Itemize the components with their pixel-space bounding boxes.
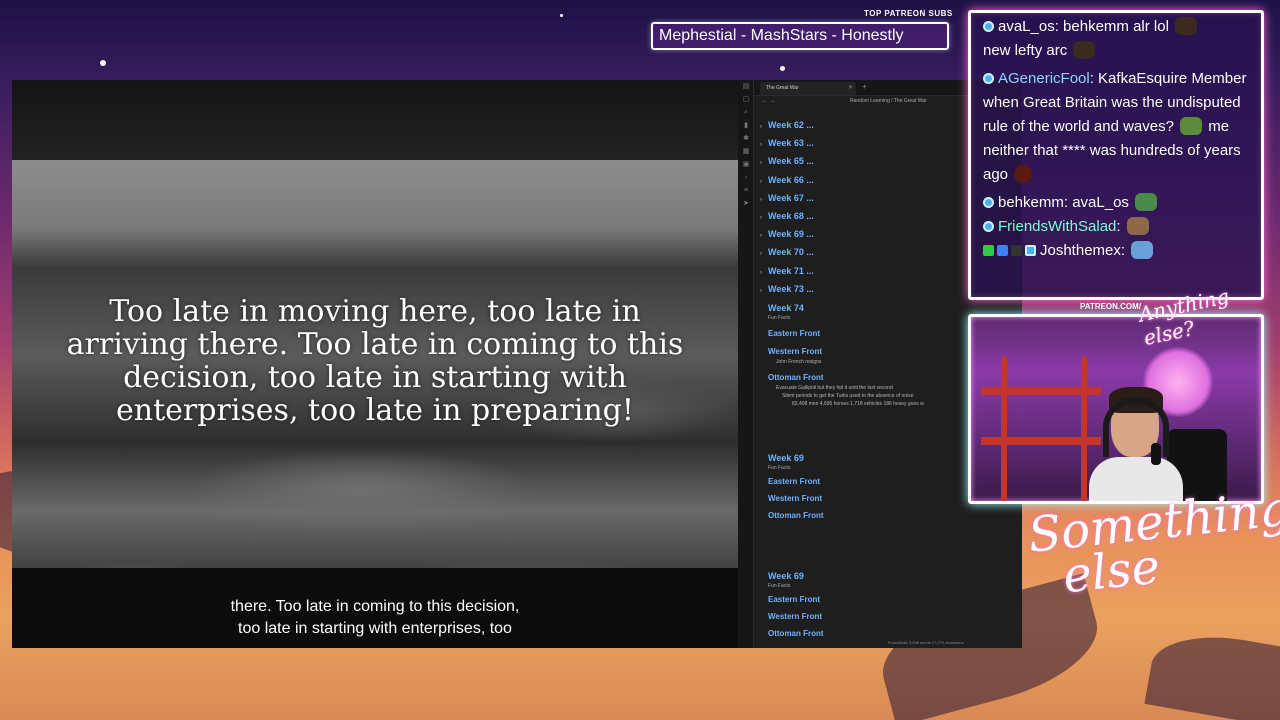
chat-username[interactable]: avaL_os bbox=[998, 18, 1055, 35]
new-tab-icon[interactable]: + bbox=[862, 82, 867, 91]
bookmark-icon[interactable]: ▮ bbox=[738, 120, 754, 132]
chevron-right-icon: › bbox=[760, 233, 762, 240]
canvas-icon[interactable]: ▦ bbox=[738, 146, 754, 158]
webcam-feed bbox=[968, 314, 1264, 504]
streamer bbox=[1089, 387, 1183, 501]
chat-text: new lefty arc bbox=[983, 42, 1068, 59]
chevron-right-icon: › bbox=[760, 196, 762, 203]
video-letterbox-top bbox=[12, 80, 738, 160]
chat-message: behkemm: avaL_os bbox=[983, 191, 1251, 215]
patreon-url-label: PATREON.COM/ bbox=[1080, 302, 1142, 311]
subscriber-badge-icon bbox=[983, 73, 994, 84]
chat-message: FriendsWithSalad: bbox=[983, 215, 1251, 239]
chevron-right-icon: › bbox=[760, 269, 762, 276]
eastern-front-link[interactable]: Eastern Front bbox=[768, 594, 1018, 606]
sidebar-toggle-icon[interactable]: ▤ bbox=[738, 81, 754, 93]
ottoman-front-link[interactable]: Ottoman Front bbox=[768, 628, 1018, 640]
chat-username[interactable]: FriendsWithSalad bbox=[998, 218, 1116, 235]
subscriber-badge-icon bbox=[983, 197, 994, 208]
frog-emote-icon bbox=[1180, 117, 1203, 135]
calendar-icon[interactable]: ▣ bbox=[738, 159, 754, 171]
chat-text: : avaL_os bbox=[1063, 194, 1129, 211]
chat-username[interactable]: behkemm bbox=[998, 194, 1064, 211]
chevron-right-icon: › bbox=[760, 178, 762, 185]
chevron-right-icon: › bbox=[760, 251, 762, 258]
top-patreon-subs-title: TOP PATREON SUBS bbox=[864, 9, 953, 18]
notes-ribbon: ▤ ▢ ⌕ ▮ ✱ ▦ ▣ › ≡ ➤ bbox=[738, 80, 754, 648]
chat-text: : bbox=[1120, 242, 1126, 259]
patreon-subs-ticker: Mephestial - MashStars - Honestly bbox=[651, 22, 949, 50]
back-forward-icon[interactable]: ← → bbox=[762, 98, 776, 104]
terminal-icon[interactable]: › bbox=[738, 172, 754, 184]
chat-message: AGenericFool: KafkaEsquire Member when G… bbox=[983, 67, 1251, 187]
week-69-section-duplicate: Week 69 Fun Facts Eastern Front Western … bbox=[768, 570, 1018, 640]
week-heading[interactable]: Week 69 bbox=[768, 570, 1018, 582]
user-badges bbox=[983, 242, 1040, 259]
video-subtitles: there. Too late in coming to this decisi… bbox=[12, 596, 738, 640]
chevron-right-icon: › bbox=[760, 287, 762, 294]
subtitle-line-2: too late in starting with enterprises, t… bbox=[238, 620, 512, 637]
breadcrumb: Random Learning / The Great War bbox=[850, 98, 927, 104]
face-emote-icon bbox=[1131, 241, 1154, 259]
status-bar: 9 backlinks 3,458 words 17,270 character… bbox=[888, 640, 964, 645]
search-icon[interactable]: ⌕ bbox=[738, 107, 754, 119]
chevron-right-icon: › bbox=[760, 160, 762, 167]
helmet-emote-icon bbox=[1175, 17, 1198, 35]
chat-text: : bbox=[1116, 218, 1121, 235]
something-else-logo: Something else bbox=[1025, 480, 1280, 605]
helmet-emote-icon bbox=[1073, 41, 1096, 59]
robot-badge-icon bbox=[1011, 245, 1022, 256]
k-badge-icon bbox=[983, 245, 994, 256]
chat-message: avaL_os: behkemm alr lol new lefty arc bbox=[983, 15, 1251, 63]
video-quote-text: Too late in moving here, too late in arr… bbox=[66, 294, 684, 428]
template-icon[interactable]: ≡ bbox=[738, 185, 754, 197]
tab-label: The Great War bbox=[766, 85, 799, 91]
stream-chat: avaL_os: behkemm alr lol new lefty arc A… bbox=[968, 10, 1264, 300]
face-emote-icon bbox=[1126, 217, 1149, 235]
chevron-right-icon: › bbox=[760, 214, 762, 221]
orb-emote-icon bbox=[1014, 165, 1033, 183]
ottoman-front-link[interactable]: Ottoman Front bbox=[768, 510, 1018, 522]
tab-the-great-war[interactable]: The Great War ✕ bbox=[760, 82, 856, 95]
publish-icon[interactable]: ➤ bbox=[738, 198, 754, 210]
fun-facts-label: Fun Facts bbox=[768, 583, 791, 589]
week-heading[interactable]: Week 74 bbox=[768, 302, 1018, 314]
close-icon[interactable]: ✕ bbox=[848, 82, 853, 95]
files-icon[interactable]: ▢ bbox=[738, 94, 754, 106]
subtitle-line-1: there. Too late in coming to this decisi… bbox=[230, 598, 520, 615]
chat-message: Joshthemex: bbox=[983, 239, 1251, 263]
chat-username[interactable]: AGenericFool bbox=[998, 70, 1090, 87]
chevron-right-icon: › bbox=[760, 124, 762, 130]
graph-icon[interactable]: ✱ bbox=[738, 133, 754, 145]
subscriber-badge-icon bbox=[983, 21, 994, 32]
pepe-emote-icon bbox=[1135, 193, 1158, 211]
western-front-link[interactable]: Western Front bbox=[768, 611, 1018, 623]
chat-username[interactable]: Joshthemex bbox=[1040, 242, 1121, 259]
subscriber-badge-icon bbox=[983, 221, 994, 232]
subscriber-badge-icon bbox=[1025, 245, 1036, 256]
arrow-badge-icon bbox=[997, 245, 1008, 256]
chat-text: : behkemm alr lol bbox=[1054, 18, 1169, 35]
video-player[interactable]: Too late in moving here, too late in arr… bbox=[12, 80, 738, 648]
chevron-right-icon: › bbox=[760, 142, 762, 149]
